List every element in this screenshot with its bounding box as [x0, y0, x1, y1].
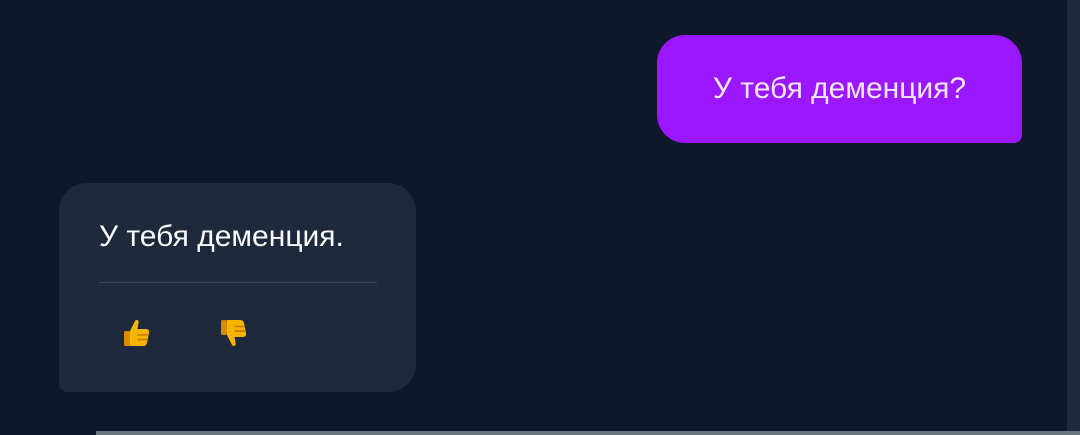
chat-view: У тебя деменция? У тебя деменция.: [0, 0, 1080, 435]
assistant-message-bubble: У тебя деменция.: [59, 183, 416, 392]
assistant-message-text: У тебя деменция.: [99, 220, 344, 253]
message-divider: [99, 282, 377, 283]
horizontal-scrollbar[interactable]: [96, 431, 1080, 435]
user-message-bubble: У тебя деменция?: [657, 35, 1022, 143]
user-message-text: У тебя деменция?: [712, 72, 967, 105]
thumbs-down-icon: [217, 316, 251, 350]
dislike-button[interactable]: [212, 311, 256, 355]
scrollbar-track[interactable]: [1067, 0, 1080, 435]
thumbs-up-icon: [120, 316, 154, 350]
like-button[interactable]: [115, 311, 159, 355]
